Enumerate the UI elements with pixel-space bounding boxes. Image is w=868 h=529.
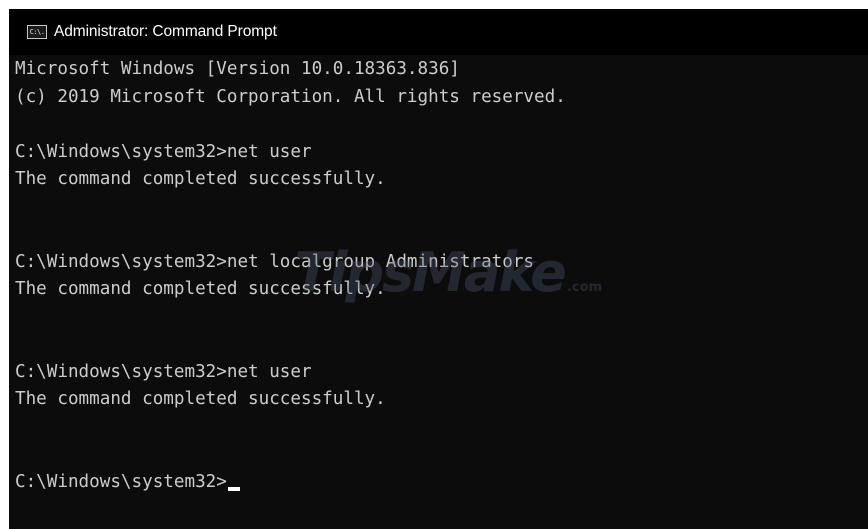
console-line: The command completed successfully. bbox=[15, 169, 386, 189]
title-bar[interactable]: C:\. Administrator: Command Prompt bbox=[9, 9, 868, 55]
console-line: C:\Windows\system32>net user bbox=[15, 141, 312, 162]
text-cursor bbox=[227, 486, 240, 491]
command-prompt-window: C:\. Administrator: Command Prompt Micro… bbox=[9, 9, 868, 529]
console-line: (c) 2019 Microsoft Corporation. All righ… bbox=[15, 86, 566, 107]
window-title: Administrator: Command Prompt bbox=[54, 23, 277, 40]
console-line: C:\Windows\system32>net user bbox=[15, 361, 312, 382]
command-prompt: C:\Windows\system32> bbox=[15, 471, 227, 492]
console-line: The command completed successfully. bbox=[15, 389, 386, 409]
command-prompt-icon: C:\. bbox=[27, 25, 47, 39]
console-line: C:\Windows\system32>net localgroup Admin… bbox=[15, 251, 535, 272]
console-output[interactable]: Microsoft Windows [Version 10.0.18363.83… bbox=[15, 56, 868, 529]
console-line: Microsoft Windows [Version 10.0.18363.83… bbox=[15, 59, 460, 79]
prompt-line[interactable]: C:\Windows\system32> bbox=[15, 469, 868, 497]
console-line: The command completed successfully. bbox=[15, 279, 386, 299]
